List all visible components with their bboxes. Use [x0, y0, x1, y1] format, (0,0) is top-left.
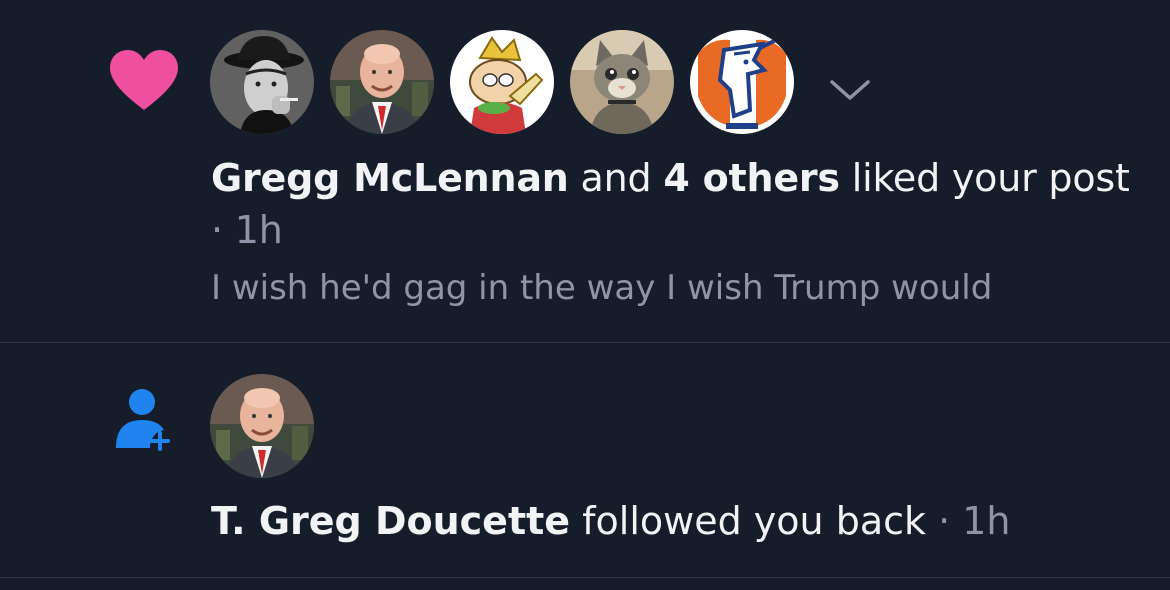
expand-likers-button[interactable] — [822, 70, 878, 110]
action-text: liked your post — [839, 156, 1130, 200]
timestamp: 1h — [962, 499, 1011, 543]
user-plus-icon — [112, 386, 180, 454]
connector-text: and — [568, 156, 664, 200]
actor-name[interactable]: Gregg McLennan — [211, 156, 569, 200]
others-link[interactable]: 4 others — [663, 156, 840, 200]
actor-name[interactable]: T. Greg Doucette — [211, 499, 570, 543]
avatar[interactable] — [690, 30, 794, 134]
avatar[interactable] — [570, 30, 674, 134]
avatar-cartoon-character-icon — [450, 30, 554, 134]
timestamp: 1h — [234, 208, 283, 252]
avatar[interactable] — [330, 30, 434, 134]
avatar-horse-logo-icon — [690, 30, 794, 134]
avatar-photo-man-in-hat-icon — [210, 30, 314, 134]
avatar-photo-cat-icon — [570, 30, 674, 134]
separator: · — [926, 499, 963, 543]
separator: · — [211, 208, 235, 252]
notifications-feed: Gregg McLennan and 4 others liked your p… — [0, 0, 1170, 590]
chevron-down-icon — [830, 80, 870, 100]
avatar-photo-bald-man-icon — [210, 374, 314, 478]
like-notification[interactable]: Gregg McLennan and 4 others liked your p… — [0, 0, 1170, 342]
avatar[interactable] — [450, 30, 554, 134]
post-preview: I wish he'd gag in the way I wish Trump … — [211, 268, 993, 308]
action-text: followed you back — [570, 499, 926, 543]
heart-icon — [108, 48, 180, 112]
avatar[interactable] — [210, 30, 314, 134]
divider — [0, 577, 1170, 578]
follow-notification-text: T. Greg Doucette followed you back · 1h — [211, 494, 1151, 548]
avatar[interactable] — [210, 374, 314, 478]
avatar-photo-bald-man-icon — [330, 30, 434, 134]
like-notification-text: Gregg McLennan and 4 others liked your p… — [211, 152, 1131, 256]
